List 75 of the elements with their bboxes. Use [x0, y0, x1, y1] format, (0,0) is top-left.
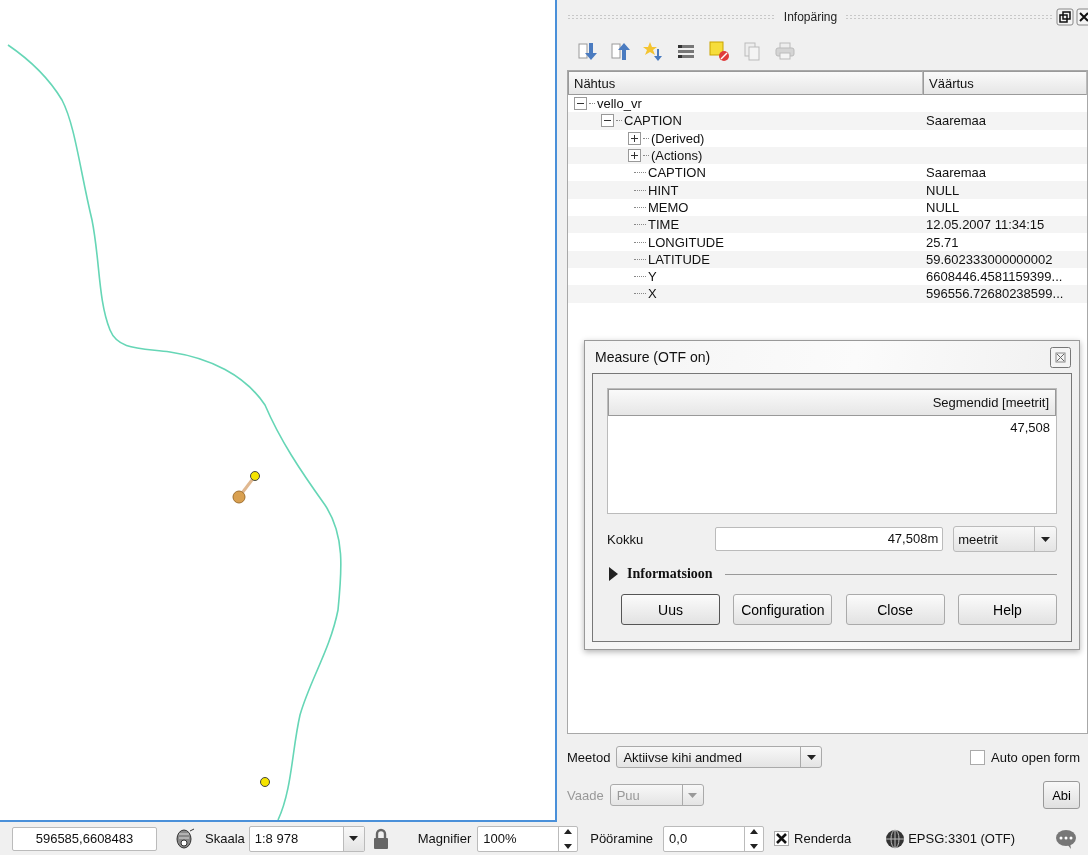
magnifier-label: Magnifier — [417, 831, 472, 846]
tree-item[interactable]: HINT — [648, 182, 679, 198]
float-icon[interactable] — [1056, 8, 1074, 26]
checkbox-label: Auto open form — [991, 749, 1080, 765]
expand-icon[interactable] — [628, 131, 641, 145]
tree-item[interactable]: MEMO — [648, 199, 689, 215]
abi-button[interactable]: Abi — [1043, 781, 1080, 809]
tree-item[interactable]: CAPTION — [624, 113, 682, 129]
value-text: NULL — [926, 199, 960, 215]
value-text: Saaremaa — [926, 113, 986, 129]
clear-highlight-icon[interactable] — [709, 40, 730, 62]
dialog-title: Measure (OTF on) — [595, 349, 712, 365]
dialog-button[interactable]: Uus — [621, 594, 720, 625]
lock-icon[interactable] — [372, 827, 389, 850]
column-header[interactable]: Segmendid [meetrit] — [608, 389, 1056, 416]
value-text: 6608446.4581159399... — [926, 269, 1063, 285]
caret-icon — [688, 792, 698, 798]
crs-label[interactable]: EPSG:3301 (OTF) — [908, 831, 1016, 846]
value-text: 12.05.2007 11:34:15 — [926, 217, 1045, 233]
column-header[interactable]: Nähtus — [568, 71, 923, 95]
value-text: Saaremaa — [926, 165, 986, 181]
table-cell-text: 47,508 — [1009, 419, 1051, 435]
value-text: NULL — [926, 182, 960, 198]
collapse-icon[interactable] — [574, 97, 587, 111]
tree-item[interactable]: Y — [648, 269, 657, 285]
measure-line-drawing — [232, 471, 260, 504]
expand-icon[interactable] — [607, 567, 619, 581]
magnifier-field[interactable]: 100% — [477, 825, 579, 852]
collapse-all-icon[interactable] — [610, 40, 631, 62]
mouse-icon[interactable] — [175, 827, 195, 850]
render-checkbox[interactable] — [774, 831, 790, 846]
caret-icon — [806, 754, 816, 760]
render-label: Renderda — [794, 831, 852, 846]
method-dropdown[interactable]: Aktiivse kihi andmed — [616, 746, 823, 768]
caret-icon — [1041, 536, 1050, 542]
value-text: 596556.72680238599... — [926, 286, 1064, 302]
scale-dropdown[interactable]: 1:8 978 — [248, 825, 365, 852]
checkbox[interactable] — [970, 749, 986, 765]
tree-item[interactable]: LATITUDE — [648, 251, 710, 267]
star-icon[interactable] — [643, 40, 664, 62]
expand-icon[interactable] — [628, 149, 641, 163]
column-header[interactable]: Väärtus — [923, 71, 1087, 95]
dialog-button[interactable]: Help — [958, 594, 1057, 625]
dialog-button[interactable]: Close — [845, 594, 945, 625]
rotation-label: Pööramine — [590, 831, 654, 846]
close-icon[interactable] — [1076, 8, 1088, 26]
tree-item[interactable]: vello_vr — [597, 96, 642, 112]
total-label: Kokku — [607, 531, 645, 547]
method-label: Meetod — [567, 749, 611, 765]
value-text: 25.71 — [926, 234, 959, 250]
panel-title: Infopäring — [783, 10, 838, 24]
unit-dropdown[interactable]: meetrit — [953, 526, 1057, 552]
spin-arrows-icon[interactable] — [749, 827, 760, 850]
messages-icon[interactable] — [1055, 828, 1078, 849]
expand-all-icon[interactable] — [577, 40, 598, 62]
section-title[interactable]: Informatsioon — [627, 566, 713, 582]
total-field[interactable]: 47,508m — [714, 527, 944, 551]
value-text: 59.602333000000002 — [926, 251, 1053, 267]
view-label: Vaade — [567, 787, 604, 803]
rotation-field[interactable]: 0,0 — [663, 825, 765, 852]
spin-arrows-icon[interactable] — [563, 827, 574, 850]
dialog-button[interactable]: Configuration — [733, 594, 833, 625]
scale-label: Skaala — [205, 831, 245, 846]
tree-item[interactable]: (Actions) — [651, 148, 703, 164]
coordinate-field[interactable]: 596585,6608483 — [12, 826, 157, 851]
collapse-icon[interactable] — [601, 114, 614, 128]
tree-item[interactable]: LONGITUDE — [648, 234, 724, 250]
globe-icon[interactable] — [885, 828, 906, 849]
tree-item[interactable]: TIME — [648, 217, 680, 233]
tree-item[interactable]: (Derived) — [651, 130, 705, 146]
tree-item[interactable]: CAPTION — [648, 165, 706, 181]
tree-item[interactable]: X — [648, 286, 657, 302]
point-marker — [260, 777, 270, 787]
caret-icon — [349, 836, 359, 841]
check-mark-icon — [776, 833, 788, 844]
